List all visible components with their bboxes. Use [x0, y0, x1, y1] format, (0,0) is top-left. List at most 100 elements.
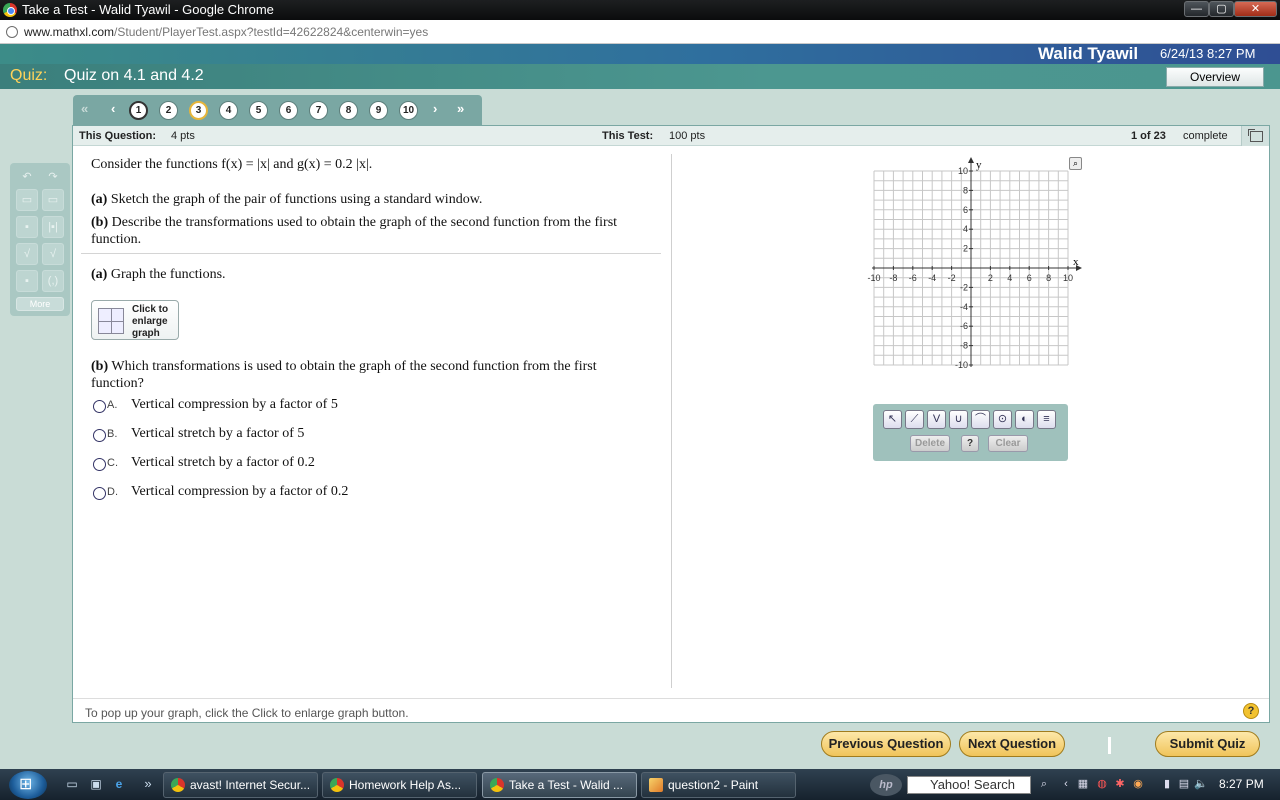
- zoom-icon[interactable]: ⌕: [1069, 157, 1082, 170]
- graph-hint: To pop up your graph, click the Click to…: [85, 706, 409, 720]
- question-number-10[interactable]: 10: [399, 101, 418, 120]
- hp-logo: hp: [870, 774, 902, 796]
- help-icon[interactable]: ?: [1243, 703, 1259, 719]
- x-tick-label: 10: [1063, 273, 1073, 283]
- curve-tool-icon[interactable]: ⌒: [971, 410, 990, 429]
- fill-tool-icon[interactable]: ◐: [1015, 410, 1034, 429]
- option-a-radio[interactable]: [93, 400, 106, 413]
- subscript-icon[interactable]: ▪: [16, 270, 38, 292]
- redo-icon[interactable]: ↷: [42, 170, 64, 184]
- overview-button[interactable]: Overview: [1166, 67, 1264, 87]
- tray-expand-icon[interactable]: ‹: [1059, 777, 1073, 791]
- taskbar-item-take-a-test[interactable]: Take a Test - Walid ...: [482, 772, 637, 798]
- graph-help-button[interactable]: ?: [961, 435, 979, 452]
- panel-footer-divider: [73, 698, 1269, 699]
- x-tick-label: -6: [909, 273, 917, 283]
- chrome-icon: [3, 3, 17, 17]
- delete-button[interactable]: Delete: [910, 435, 950, 452]
- question-number-2[interactable]: 2: [159, 101, 178, 120]
- x-axis-label: x: [1073, 256, 1079, 268]
- paint-icon: [649, 778, 663, 792]
- previous-question-button[interactable]: Previous Question: [821, 731, 951, 757]
- last-question-icon[interactable]: »: [457, 101, 464, 116]
- clear-button[interactable]: Clear: [988, 435, 1028, 452]
- absolute-value-tool-icon[interactable]: V: [927, 410, 946, 429]
- square-root-icon[interactable]: √: [16, 243, 38, 265]
- circle-tool-icon[interactable]: ⊙: [993, 410, 1012, 429]
- taskbar-item-label: avast! Internet Secur...: [190, 778, 311, 792]
- safely-remove-icon[interactable]: ▮: [1160, 777, 1174, 791]
- close-button[interactable]: ✕: [1234, 1, 1277, 17]
- maximize-button[interactable]: ▢: [1209, 1, 1234, 17]
- x-tick-label: -8: [889, 273, 897, 283]
- fraction-icon[interactable]: ▭: [16, 189, 38, 211]
- alert-icon[interactable]: ✱: [1113, 777, 1127, 791]
- question-intro: Consider the functions f(x) = |x| and g(…: [91, 157, 373, 172]
- option-b-text[interactable]: Vertical stretch by a factor of 5: [131, 426, 304, 442]
- submit-quiz-button[interactable]: Submit Quiz: [1155, 731, 1260, 757]
- show-desktop-icon[interactable]: ▭: [64, 776, 80, 792]
- question-number-5[interactable]: 5: [249, 101, 268, 120]
- volume-icon[interactable]: 🔈: [1194, 777, 1208, 791]
- x-tick-label: -4: [928, 273, 936, 283]
- option-d-text[interactable]: Vertical compression by a factor of 0.2: [131, 484, 348, 500]
- coordinate-graph[interactable]: -10 -10 -8 -8 -6 -6 -4 -4 -2 -2 2 2 4 4 6 6 8 8 10 10 x y: [863, 156, 1085, 376]
- question-number-3[interactable]: 3: [189, 101, 208, 120]
- antivirus-icon[interactable]: ◍: [1095, 777, 1109, 791]
- question-number-4[interactable]: 4: [219, 101, 238, 120]
- y-tick-label: -4: [960, 302, 968, 312]
- option-c-text[interactable]: Vertical stretch by a factor of 0.2: [131, 455, 315, 471]
- more-tools-button[interactable]: More: [16, 297, 64, 311]
- part-b-text: Describe the transformations used to obt…: [91, 215, 618, 247]
- previous-question-icon[interactable]: ‹: [111, 101, 115, 116]
- internet-explorer-icon[interactable]: e: [111, 776, 127, 792]
- first-question-icon[interactable]: «: [81, 101, 88, 116]
- next-question-icon[interactable]: ›: [433, 101, 437, 116]
- ordered-pair-icon[interactable]: (,): [42, 270, 64, 292]
- next-question-button[interactable]: Next Question: [959, 731, 1065, 757]
- address-bar[interactable]: www.mathxl.com/Student/PlayerTest.aspx?t…: [0, 20, 1280, 44]
- network-drive-icon[interactable]: ▦: [1076, 777, 1090, 791]
- this-question-label: This Question:: [79, 130, 156, 142]
- line-tool-icon[interactable]: ⟋: [905, 410, 924, 429]
- answer-a-heading: (a) Graph the functions.: [91, 267, 226, 283]
- switch-windows-icon[interactable]: ▣: [88, 776, 104, 792]
- enlarge-graph-button[interactable]: Click to enlarge graph: [91, 300, 179, 340]
- question-number-9[interactable]: 9: [369, 101, 388, 120]
- select-tool-icon[interactable]: ↖: [883, 410, 902, 429]
- yahoo-search-box[interactable]: Yahoo! Search: [907, 776, 1031, 794]
- taskbar-item-avast[interactable]: avast! Internet Secur...: [163, 772, 318, 798]
- search-icon[interactable]: ⌕: [1037, 777, 1051, 791]
- chrome-icon: [330, 778, 344, 792]
- undo-icon[interactable]: ↶: [16, 170, 38, 184]
- expand-icon[interactable]: [1241, 126, 1269, 146]
- nth-root-icon[interactable]: √: [42, 243, 64, 265]
- option-b-radio[interactable]: [93, 429, 106, 442]
- page-info-icon[interactable]: [6, 26, 18, 38]
- option-a-text[interactable]: Vertical compression by a factor of 5: [131, 397, 338, 413]
- part-b-tag: (b): [91, 215, 109, 230]
- question-number-8[interactable]: 8: [339, 101, 358, 120]
- taskbar-item-paint[interactable]: question2 - Paint: [641, 772, 796, 798]
- question-number-1[interactable]: 1: [129, 101, 148, 120]
- option-d-radio[interactable]: [93, 487, 106, 500]
- exponent-icon[interactable]: ▪: [16, 216, 38, 238]
- quicklaunch-overflow-icon[interactable]: »: [140, 776, 156, 792]
- absolute-value-icon[interactable]: |▪|: [42, 216, 64, 238]
- question-number-6[interactable]: 6: [279, 101, 298, 120]
- y-tick-label: -8: [960, 341, 968, 351]
- parabola-tool-icon[interactable]: ∪: [949, 410, 968, 429]
- mixed-number-icon[interactable]: ▭: [42, 189, 64, 211]
- more-graph-tools-icon[interactable]: ≡: [1037, 410, 1056, 429]
- y-tick-label: 6: [963, 205, 968, 215]
- network-icon[interactable]: ▤: [1177, 777, 1191, 791]
- option-c-radio[interactable]: [93, 458, 106, 471]
- quiz-title-bar: Quiz: Quiz on 4.1 and 4.2 Overview: [0, 64, 1280, 89]
- taskbar-item-homework-help[interactable]: Homework Help As...: [322, 772, 477, 798]
- url-text[interactable]: www.mathxl.com/Student/PlayerTest.aspx?t…: [24, 25, 428, 39]
- avast-tray-icon[interactable]: ◉: [1131, 777, 1145, 791]
- question-number-7[interactable]: 7: [309, 101, 328, 120]
- text-cursor: [1108, 737, 1111, 754]
- minimize-button[interactable]: —: [1184, 1, 1209, 17]
- start-button[interactable]: [9, 771, 47, 799]
